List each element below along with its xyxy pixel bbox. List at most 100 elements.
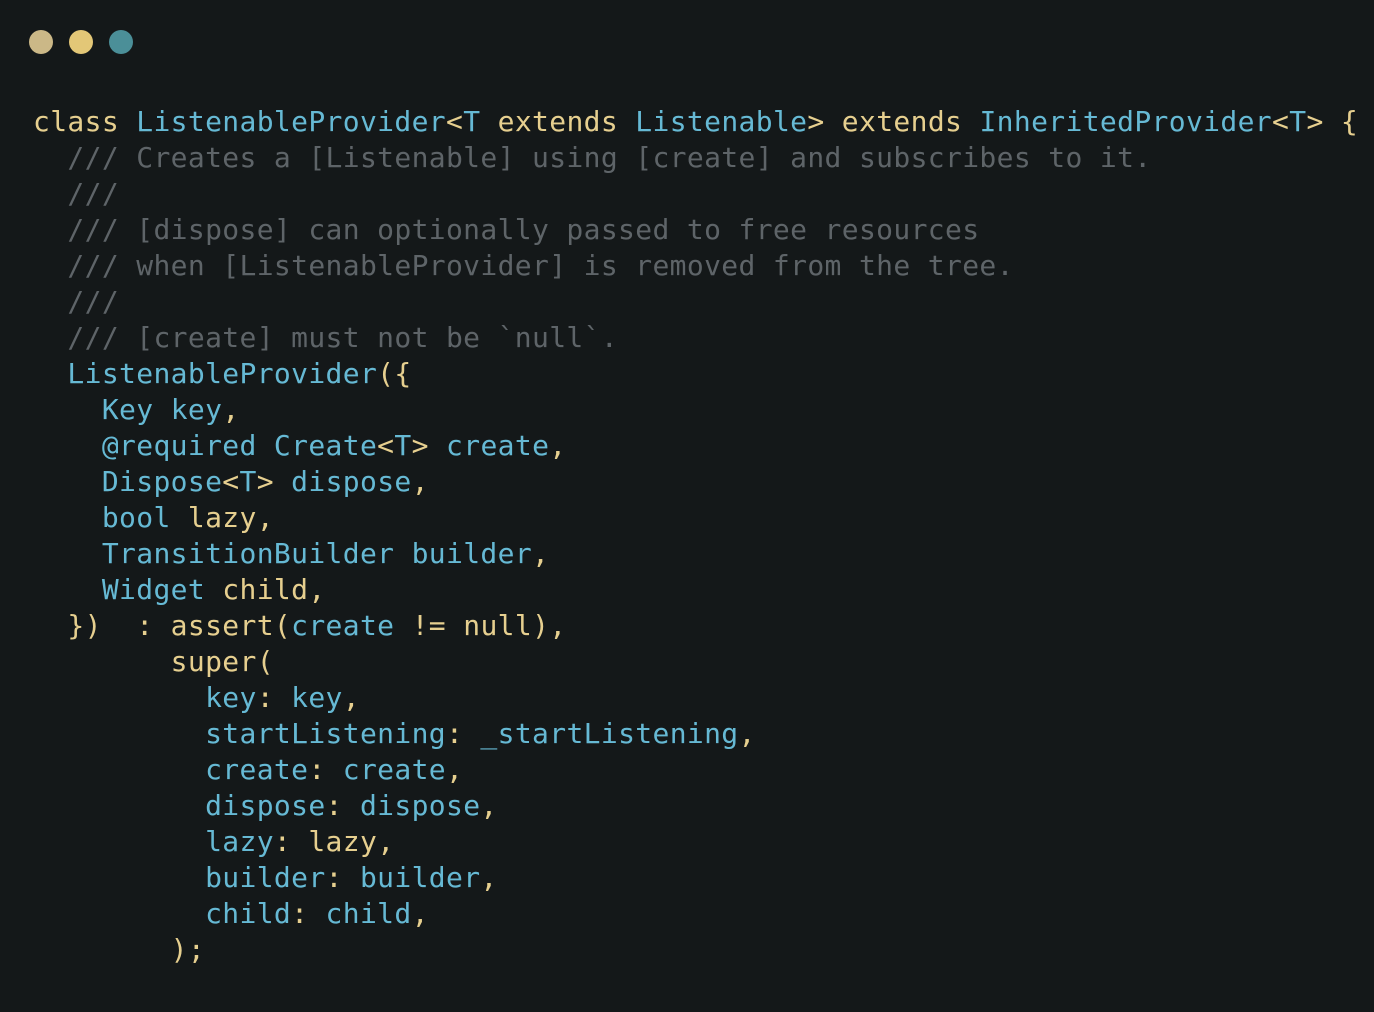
code-line: child: child, (33, 896, 1358, 932)
code-token: T (239, 465, 257, 498)
code-token: null (463, 609, 533, 642)
code-line: @required Create<T> create, (33, 428, 1358, 464)
code-token: : (291, 897, 326, 930)
code-token: lazy (187, 501, 257, 534)
code-token: T (463, 105, 481, 138)
code-token: Widget (101, 573, 223, 606)
code-line: key: key, (33, 680, 1358, 716)
code-token: , (549, 429, 567, 462)
code-token: builder (411, 537, 533, 570)
code-line: Key key, (33, 392, 1358, 428)
code-token: }) : (33, 609, 171, 642)
code-line: /// when [ListenableProvider] is removed… (33, 248, 1358, 284)
code-line: Dispose<T> dispose, (33, 464, 1358, 500)
code-token: > (256, 465, 292, 498)
code-token: bool (101, 501, 188, 534)
close-window-button[interactable] (29, 30, 53, 54)
code-token: extends (480, 105, 636, 138)
code-token: create (342, 753, 446, 786)
code-token: < (222, 465, 240, 498)
code-token: > (807, 105, 842, 138)
minimize-window-button[interactable] (69, 30, 93, 54)
code-token: , (480, 789, 498, 822)
maximize-window-button[interactable] (109, 30, 133, 54)
code-token: create (446, 429, 550, 462)
code-line: super( (33, 644, 1358, 680)
code-token: ); (33, 933, 206, 966)
code-token: , (532, 537, 550, 570)
code-block: class ListenableProvider<T extends Liste… (33, 104, 1358, 968)
code-token: , (446, 753, 464, 786)
code-token: /// (33, 285, 120, 318)
code-line: builder: builder, (33, 860, 1358, 896)
code-token: Key (101, 393, 171, 426)
code-line: /// (33, 284, 1358, 320)
code-token: dispose (205, 789, 326, 822)
code-token: , (256, 501, 274, 534)
code-token: child (222, 573, 309, 606)
code-token: key (170, 393, 223, 426)
code-token: extends (841, 105, 980, 138)
code-token: , (738, 717, 756, 750)
code-line: dispose: dispose, (33, 788, 1358, 824)
code-line: bool lazy, (33, 500, 1358, 536)
code-token: ListenableProvider (67, 357, 378, 390)
code-token: TransitionBuilder (101, 537, 412, 570)
code-token: , (377, 825, 395, 858)
code-token: < (377, 429, 395, 462)
code-window: class ListenableProvider<T extends Liste… (0, 0, 1374, 1012)
code-token: > { (1306, 105, 1359, 138)
code-line: class ListenableProvider<T extends Liste… (33, 104, 1358, 140)
code-token: /// (33, 177, 120, 210)
code-line: TransitionBuilder builder, (33, 536, 1358, 572)
code-token: assert (170, 609, 274, 642)
code-token: ListenableProvider (136, 105, 446, 138)
code-token: ( (256, 645, 274, 678)
code-token: dispose (291, 465, 412, 498)
code-token: /// when [ListenableProvider] is removed… (33, 249, 1014, 282)
code-token: : (256, 681, 292, 714)
window-controls (29, 30, 133, 54)
code-line: startListening: _startListening, (33, 716, 1358, 752)
code-line: lazy: lazy, (33, 824, 1358, 860)
code-token: , (480, 861, 498, 894)
code-token: startListening (205, 717, 446, 750)
code-line: create: create, (33, 752, 1358, 788)
code-token: lazy (205, 825, 274, 858)
code-token: child (325, 897, 412, 930)
code-token: key (291, 681, 343, 714)
code-token: class (33, 105, 137, 138)
code-line: ); (33, 932, 1358, 968)
code-token: Dispose (101, 465, 223, 498)
code-token: _startListening (480, 717, 739, 750)
code-token: child (205, 897, 292, 930)
code-token: lazy (308, 825, 378, 858)
code-token: T (394, 429, 412, 462)
code-token: , (411, 465, 429, 498)
code-token: < (445, 105, 464, 138)
code-token: dispose (359, 789, 481, 822)
code-token: T (1289, 105, 1307, 138)
code-token: : (273, 825, 309, 858)
code-token: : (445, 717, 481, 750)
code-token: builder (359, 861, 481, 894)
code-token: , (342, 681, 360, 714)
code-token: key (205, 681, 257, 714)
code-token: != (394, 609, 464, 642)
code-token: ( (273, 609, 292, 642)
code-token: builder (205, 861, 326, 894)
code-token: Listenable (635, 105, 808, 138)
code-token: ), (532, 609, 567, 642)
code-line: }) : assert(create != null), (33, 608, 1358, 644)
